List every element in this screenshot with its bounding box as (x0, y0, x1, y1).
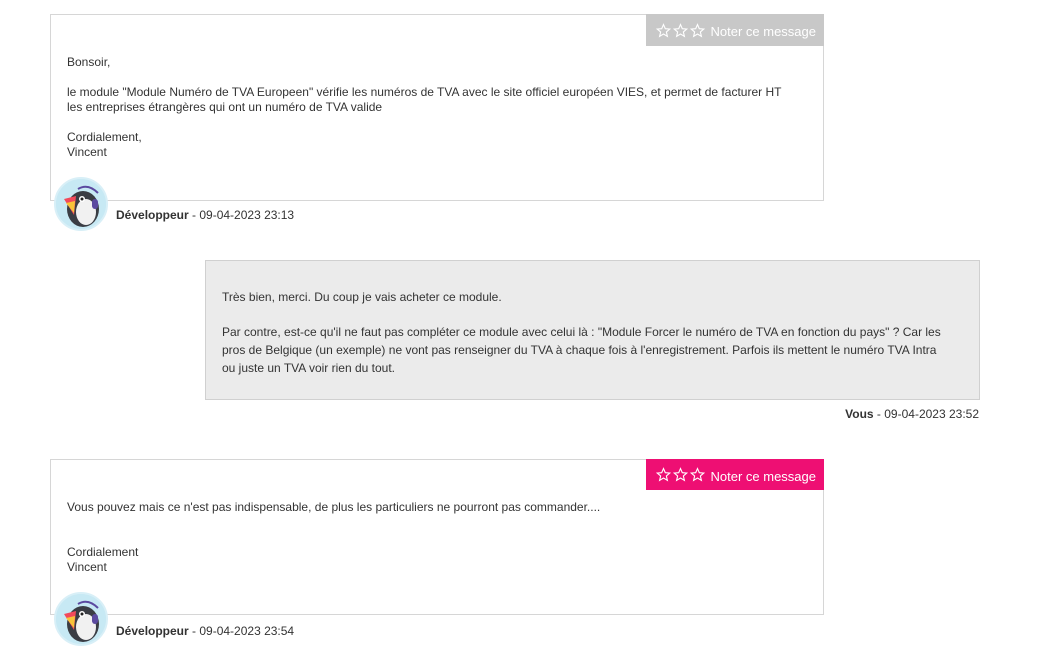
message-paragraph: Très bien, merci. Du coup je vais achete… (222, 290, 502, 304)
avatar (54, 177, 108, 231)
meta-separator: - (188, 208, 200, 222)
message-meta: Vous - 09-04-2023 23:52 (845, 407, 979, 421)
signature-line: Cordialement, (67, 130, 142, 144)
author-name: Vous (845, 407, 874, 421)
meta-separator: - (873, 407, 885, 421)
avatar (54, 592, 108, 646)
message-card-self: Très bien, merci. Du coup je vais achete… (205, 260, 980, 400)
puffin-avatar-icon (56, 594, 106, 644)
message-date: 09-04-2023 23:52 (884, 407, 979, 421)
message-card: Noter ce message Bonsoir, le module "Mod… (50, 14, 824, 201)
message-paragraph: Par contre, est-ce qu'il ne faut pas com… (222, 325, 941, 375)
star-icon[interactable] (689, 467, 705, 482)
rating-stars[interactable] (655, 467, 705, 482)
message-paragraph: Vous pouvez mais ce n'est pas indispensa… (67, 500, 601, 514)
star-icon[interactable] (655, 467, 671, 482)
author-name: Développeur (116, 208, 189, 222)
rating-stars[interactable] (655, 22, 705, 38)
message-date: 09-04-2023 23:13 (199, 208, 295, 222)
star-icon[interactable] (672, 467, 688, 482)
message-meta: Développeur - 09-04-2023 23:13 (116, 208, 294, 222)
star-icon[interactable] (655, 22, 671, 38)
author-name: Développeur (116, 624, 189, 638)
rate-message-button[interactable]: Noter ce message (645, 459, 824, 490)
signature-line: Cordialement (67, 545, 139, 559)
message-meta: Développeur - 09-04-2023 23:54 (116, 624, 294, 638)
star-icon[interactable] (689, 22, 705, 38)
message-date: 09-04-2023 23:54 (199, 624, 295, 638)
rate-label[interactable]: Noter ce message (711, 466, 817, 484)
rate-label[interactable]: Noter ce message (711, 21, 817, 39)
message-body: Très bien, merci. Du coup je vais achete… (206, 261, 979, 377)
puffin-avatar-icon (56, 179, 106, 229)
meta-separator: - (188, 624, 200, 638)
signature-line: Vincent (67, 560, 107, 574)
message-card: Noter ce message Vous pouvez mais ce n'e… (50, 459, 824, 615)
message-paragraph: Bonsoir, (67, 55, 111, 69)
star-icon[interactable] (672, 22, 688, 38)
signature-line: Vincent (67, 145, 107, 159)
message-paragraph: le module "Module Numéro de TVA Europeen… (67, 85, 782, 114)
rate-message-button[interactable]: Noter ce message (645, 14, 824, 46)
